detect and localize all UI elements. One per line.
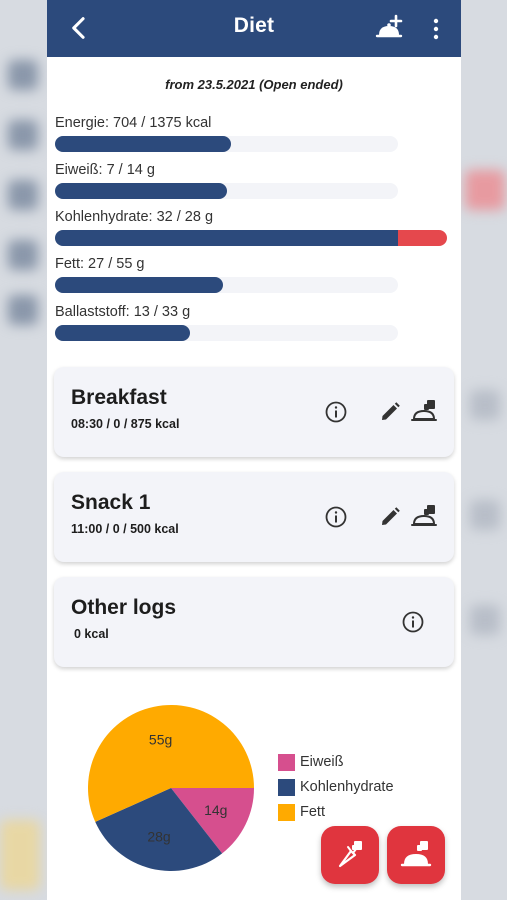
legend-label: Kohlenhydrate [300, 779, 394, 795]
meal-summary: 08:30 / 0 / 875 kcal [71, 417, 180, 431]
nutrient-kohlenhydrate: Kohlenhydrate: 32 / 28 g [55, 207, 455, 246]
pie-slice-label: 55g [149, 731, 172, 747]
legend-swatch [278, 754, 295, 771]
meal-name: Other logs [71, 596, 177, 619]
meal-name: Snack 1 [71, 491, 151, 514]
legend-label: Fett [300, 804, 325, 820]
app-bar: Diet [47, 0, 461, 57]
nutrient-label: Fett: 27 / 55 g [55, 256, 145, 272]
nutrient-ballaststoff: Ballaststoff: 13 / 33 g [55, 302, 455, 341]
nutrient-label: Energie: 704 / 1375 kcal [55, 115, 212, 131]
info-icon[interactable] [324, 505, 348, 529]
progress-fill [55, 183, 227, 199]
nutrient-eiweiss: Eiweiß: 7 / 14 g [55, 160, 455, 199]
carrot-log-icon [338, 841, 362, 868]
meal-card-other-logs[interactable]: Other logs 0 kcal [54, 577, 454, 667]
meal-summary: 11:00 / 0 / 500 kcal [71, 522, 179, 536]
progress-over [398, 230, 447, 246]
nutrient-label: Eiweiß: 7 / 14 g [55, 162, 155, 178]
progress-fill [55, 136, 231, 152]
progress-fill [55, 277, 223, 293]
progress-track [55, 136, 398, 152]
nutrient-fett: Fett: 27 / 55 g [55, 254, 455, 293]
legend-swatch [278, 804, 295, 821]
meal-card-breakfast[interactable]: Breakfast 08:30 / 0 / 875 kcal [54, 367, 454, 457]
pie-slice-label: 14g [204, 802, 227, 818]
meal-name: Breakfast [71, 386, 167, 409]
phone-screen: Diet from 23.5.2021 (Open ended) Energie… [47, 0, 461, 900]
info-icon[interactable] [401, 610, 425, 634]
diet-period: from 23.5.2021 (Open ended) [165, 77, 343, 92]
log-meal-fab[interactable] [387, 826, 445, 884]
progress-track [55, 277, 398, 293]
progress-track [55, 230, 447, 246]
nutrient-energie: Energie: 704 / 1375 kcal [55, 113, 455, 152]
progress-fill [55, 325, 190, 341]
nutrient-label: Ballaststoff: 13 / 33 g [55, 304, 191, 320]
pencil-icon[interactable] [378, 400, 402, 424]
log-food-fab[interactable] [321, 826, 379, 884]
legend-label: Eiweiß [300, 754, 344, 770]
info-icon[interactable] [324, 400, 348, 424]
meal-summary: 0 kcal [74, 627, 109, 641]
pie-slice-label: 28g [147, 828, 170, 844]
pencil-icon[interactable] [378, 505, 402, 529]
legend-swatch [278, 779, 295, 796]
add-meal-icon[interactable] [374, 14, 404, 44]
nutrient-label: Kohlenhydrate: 32 / 28 g [55, 209, 214, 225]
log-meal-icon[interactable] [410, 503, 438, 531]
meal-card-snack[interactable]: Snack 1 11:00 / 0 / 500 kcal [54, 472, 454, 562]
progress-track [55, 325, 398, 341]
progress-fill [55, 230, 398, 246]
more-vert-icon[interactable] [427, 16, 445, 42]
log-meal-icon[interactable] [410, 398, 438, 426]
progress-track [55, 183, 398, 199]
meal-log-icon [400, 841, 432, 867]
